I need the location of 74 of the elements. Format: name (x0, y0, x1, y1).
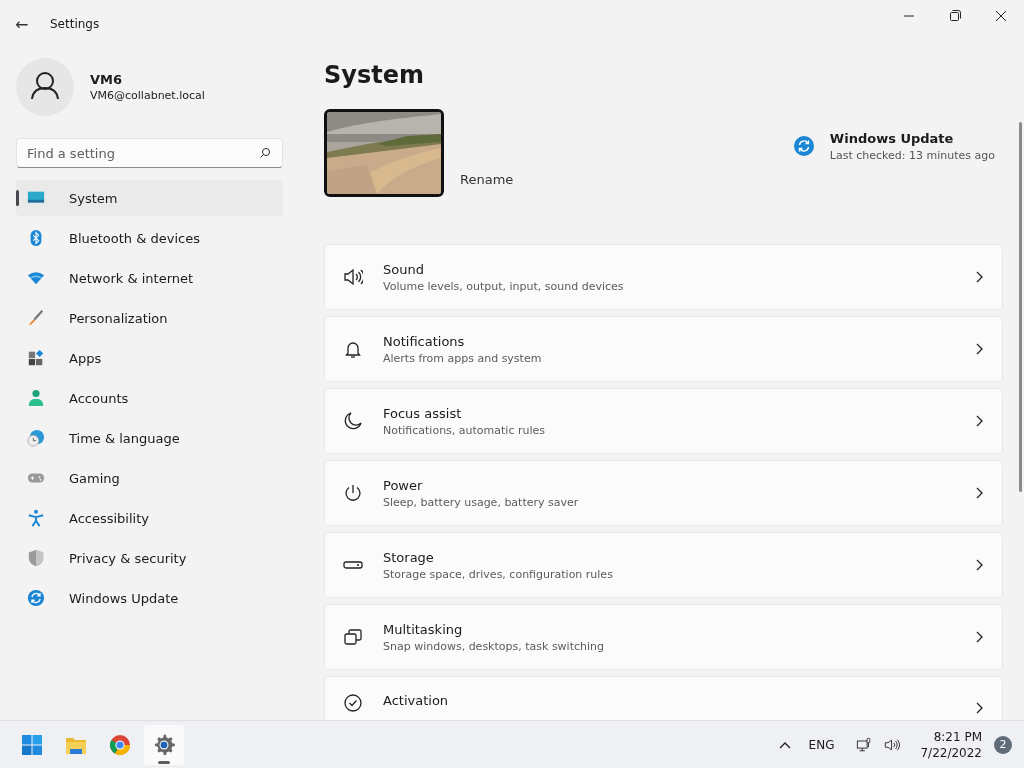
search-icon[interactable] (259, 147, 271, 159)
user-name: VM6 (90, 72, 124, 87)
network-icon[interactable] (856, 736, 873, 753)
notification-badge[interactable]: 2 (994, 735, 1012, 754)
card-title: Notifications (383, 333, 466, 349)
moon-icon (343, 411, 363, 431)
globe-clock-icon (27, 429, 45, 447)
speaker-icon (343, 267, 363, 287)
scrollbar[interactable] (1019, 122, 1022, 492)
browser-icon (108, 732, 132, 757)
settings-card[interactable]: Focus assist Notifications, automatic rules (324, 388, 1003, 454)
paintbrush-icon (27, 309, 45, 327)
card-title: Power (383, 477, 424, 493)
settings-card[interactable]: Sound Volume levels, output, input, sound devices (324, 244, 1003, 310)
chevron-right-icon (974, 270, 984, 284)
windows-logo-icon (20, 732, 44, 757)
speaker-icon[interactable] (884, 736, 901, 753)
nav-item[interactable]: Time & language (16, 420, 283, 456)
update-status: Last checked: 13 minutes ago (829, 148, 995, 162)
taskbar-app[interactable] (144, 724, 184, 765)
page-title: System (324, 60, 425, 91)
sync-icon[interactable] (793, 136, 814, 156)
nav-item[interactable]: Apps (16, 340, 283, 376)
clock-date[interactable]: 7/22/2022 (920, 744, 982, 761)
card-title: Multitasking (383, 621, 464, 637)
card-subtitle: Sleep, battery usage, battery saver (383, 495, 580, 509)
nav-item[interactable]: Accounts (16, 380, 283, 416)
rename-link[interactable]: Rename (460, 172, 514, 187)
nav-item[interactable]: Gaming (16, 460, 283, 496)
chevron-right-icon (974, 558, 984, 572)
settings-card[interactable]: Notifications Alerts from apps and system (324, 316, 1003, 382)
wifi-icon (27, 269, 45, 287)
apps-icon (27, 349, 45, 367)
chevron-right-icon (974, 486, 984, 500)
settings-card[interactable]: Storage Storage space, drives, configuration rules (324, 532, 1003, 598)
chevron-right-icon (974, 342, 984, 356)
clock-time[interactable]: 8:21 PM (933, 728, 982, 745)
settings-card[interactable]: Power Sleep, battery usage, battery saver (324, 460, 1003, 526)
back-button[interactable]: ← (15, 14, 35, 34)
gear-icon (152, 732, 176, 757)
shield-icon (27, 549, 45, 567)
bell-icon (343, 339, 363, 359)
user-email: VM6@collabnet.local (90, 89, 205, 102)
nav-item[interactable]: System (16, 180, 283, 216)
settings-card[interactable]: Multitasking Snap windows, desktops, task switching (324, 604, 1003, 670)
window-title: Settings (50, 17, 101, 31)
settings-card[interactable]: Activation (324, 676, 1003, 720)
sync-icon (27, 589, 45, 607)
nav-item[interactable]: Privacy & security (16, 540, 283, 576)
nav-item[interactable]: Accessibility (16, 500, 283, 536)
chevron-right-icon (974, 701, 984, 715)
card-title: Storage (383, 549, 435, 565)
card-title: Sound (383, 261, 425, 277)
accessibility-icon (27, 509, 45, 527)
search-field[interactable]: Find a setting (16, 138, 283, 168)
windows-stack-icon (343, 627, 363, 647)
power-icon (343, 483, 363, 503)
update-title[interactable]: Windows Update (829, 130, 995, 146)
nav-item[interactable]: Bluetooth & devices (16, 220, 283, 256)
language-indicator[interactable]: ENG (808, 737, 835, 752)
card-subtitle: Storage space, drives, configuration rules (383, 567, 614, 581)
card-title: Focus assist (383, 405, 463, 421)
card-subtitle: Alerts from apps and system (383, 351, 543, 365)
chevron-right-icon (974, 414, 984, 428)
card-subtitle: Snap windows, desktops, task switching (383, 639, 605, 653)
nav-item[interactable]: Personalization (16, 300, 283, 336)
card-subtitle: Volume levels, output, input, sound devices (383, 279, 625, 293)
card-subtitle: Notifications, automatic rules (383, 423, 546, 437)
person-icon (27, 389, 45, 407)
chevron-right-icon (974, 630, 984, 644)
nav-item[interactable]: Network & internet (16, 260, 283, 296)
check-circle-icon (343, 693, 363, 713)
card-title: Activation (383, 693, 450, 708)
nav-item[interactable]: Windows Update (16, 580, 283, 616)
